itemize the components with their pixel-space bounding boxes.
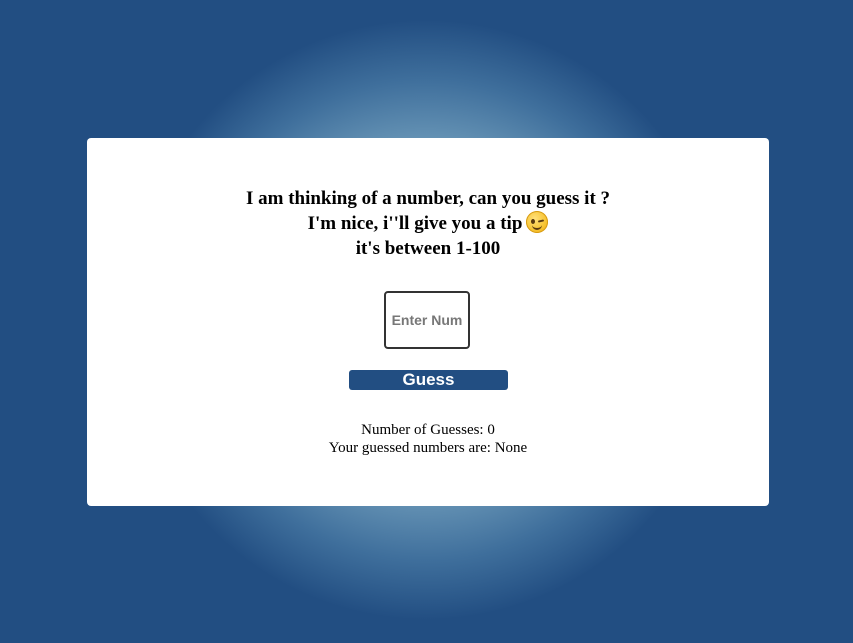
guess-count-value: 0: [487, 422, 495, 438]
game-instructions: I am thinking of a number, can you guess…: [87, 186, 769, 261]
guess-count-label: Number of Guesses:: [361, 422, 484, 438]
instruction-line-3: it's between 1-100: [355, 238, 501, 259]
guessed-numbers-label: Your guessed numbers are:: [328, 440, 491, 456]
guessed-numbers-value: None: [494, 440, 528, 456]
instruction-line-1: I am thinking of a number, can you guess…: [245, 188, 611, 209]
guess-stats: Number of Guesses: 0 Your guessed number…: [87, 421, 769, 457]
instruction-line-2-text: I'm nice, i''ll give you a tip: [307, 213, 523, 234]
guess-count-line: Number of Guesses: 0: [87, 421, 769, 439]
guessed-numbers-line: Your guessed numbers are: None: [87, 439, 769, 457]
game-card: I am thinking of a number, can you guess…: [87, 138, 769, 506]
number-input[interactable]: [384, 291, 470, 349]
guess-button[interactable]: Guess: [349, 370, 508, 390]
instruction-line-2: I'm nice, i''ll give you a tip: [87, 211, 769, 236]
winking-face-icon: [526, 211, 549, 233]
